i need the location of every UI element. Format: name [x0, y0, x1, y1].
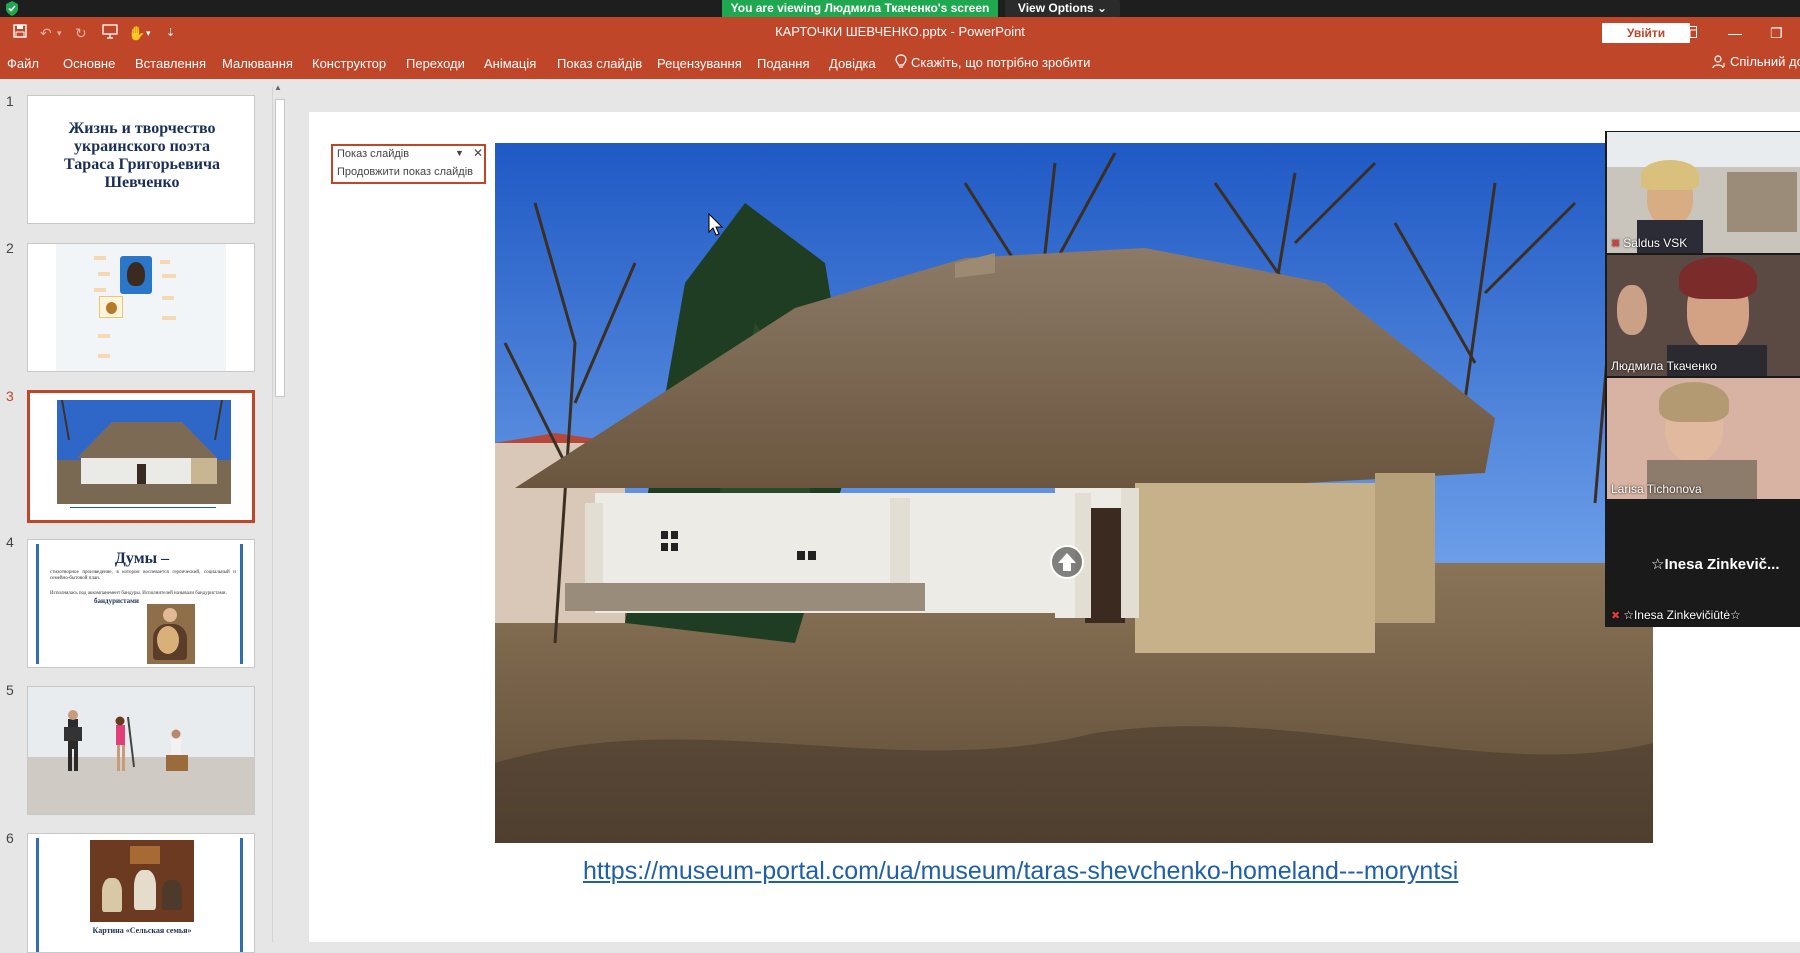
- close-icon[interactable]: ✕: [473, 146, 483, 160]
- minimize-icon[interactable]: —: [1728, 23, 1742, 43]
- bracket-right: [240, 838, 243, 952]
- slide-number: 1: [6, 93, 14, 109]
- slide-thumbnail-6[interactable]: Картина «Сельская семья»: [27, 833, 255, 953]
- upload-arrow-icon[interactable]: [1050, 545, 1084, 579]
- popup-title: Показ слайдів: [337, 148, 410, 160]
- mindmap-node: [94, 288, 106, 292]
- slide-number: 5: [6, 682, 14, 698]
- musicians-photo: [28, 687, 254, 814]
- slide-number: 2: [6, 240, 14, 256]
- participant-gallery: ✖ Saldus VSK Людмила Ткаченко Larisa Tich…: [1605, 131, 1800, 627]
- title-bar: ↶ ▾ ↻ ✋ ▾ ⇣ КАРТОЧКИ ШЕВЧЕНКО.pptx - Pow…: [0, 17, 1800, 48]
- bracket-left: [36, 838, 39, 952]
- slide4-text: стихотворное произведение, в котором вос…: [50, 570, 236, 581]
- slide-number: 6: [6, 830, 14, 846]
- person-icon: [1712, 54, 1725, 68]
- tab-design[interactable]: Конструктор: [312, 56, 386, 71]
- tab-animations[interactable]: Анімація: [484, 56, 536, 71]
- tell-me-search[interactable]: Скажіть, що потрібно зробити: [895, 54, 1090, 70]
- slide-thumbnail-3[interactable]: [27, 390, 255, 523]
- bandura-image: [99, 296, 123, 318]
- view-options-button[interactable]: View Options ⌄: [1005, 0, 1120, 17]
- restore-icon[interactable]: ❐: [1770, 23, 1783, 43]
- participant-tile[interactable]: Larisa Tichonova: [1607, 378, 1800, 499]
- slide6-caption: Картина «Сельская семья»: [92, 926, 192, 935]
- participant-name: ✖ ☆Inesa Zinkevičiūtė☆: [1611, 608, 1741, 622]
- hut-photo[interactable]: [495, 143, 1653, 843]
- zoom-share-bar: You are viewing Людмила Ткаченко's scree…: [0, 0, 1800, 17]
- slide-thumbnail-4[interactable]: Думы – стихотворное произведение, в кото…: [27, 539, 255, 668]
- ribbon-display-icon[interactable]: [1683, 23, 1697, 43]
- slide1-title: Жизнь и творчество украинского поэта Тар…: [64, 120, 220, 191]
- slide-number: 3: [6, 388, 14, 404]
- document-title: КАРТОЧКИ ШЕВЧЕНКО.pptx - PowerPoint: [775, 24, 1025, 39]
- mindmap-node: [98, 354, 110, 358]
- tab-draw[interactable]: Малювання: [222, 56, 293, 71]
- scroll-up-icon[interactable]: ▲: [274, 83, 282, 92]
- participant-name: Larisa Tichonova: [1611, 482, 1702, 496]
- thatched-hut-image: [495, 143, 1653, 843]
- shield-icon: [6, 1, 18, 16]
- painting-image: [90, 840, 194, 922]
- signin-button[interactable]: Увійти: [1602, 23, 1690, 43]
- share-label: Спільний до: [1730, 54, 1800, 69]
- mindmap-node: [160, 260, 170, 264]
- tab-view[interactable]: Подання: [757, 56, 810, 71]
- ribbon-tabs: Файл Основне Вставлення Малювання Констр…: [0, 48, 1800, 79]
- mindmap-node: [162, 316, 176, 320]
- slide4-emphasis: бандуристами: [94, 597, 139, 605]
- tell-me-label: Скажіть, що потрібно зробити: [911, 54, 1091, 70]
- mindmap-node: [162, 274, 176, 278]
- participant-tile[interactable]: Людмила Ткаченко: [1607, 255, 1800, 376]
- tab-file[interactable]: Файл: [7, 56, 39, 71]
- viewing-screen-banner: You are viewing Людмила Ткаченко's scree…: [722, 0, 998, 17]
- tab-insert[interactable]: Вставлення: [135, 56, 206, 71]
- bandura-player-photo: [147, 604, 195, 664]
- mindmap-node: [162, 296, 174, 300]
- hut-thumbnail-photo: [57, 400, 231, 504]
- mic-muted-icon: ✖: [1611, 610, 1621, 622]
- slide-thumbnail-pane: 1 Жизнь и творчество украинского поэта Т…: [0, 79, 290, 953]
- continue-slideshow-button[interactable]: Продовжити показ слайдів: [337, 166, 473, 178]
- lightbulb-icon: [895, 54, 907, 68]
- share-button[interactable]: Спільний до: [1712, 54, 1800, 69]
- participant-name: Людмила Ткаченко: [1611, 359, 1717, 373]
- slide4-title: Думы –: [114, 550, 170, 567]
- mic-muted-icon: ✖: [1611, 238, 1621, 250]
- tab-slideshow[interactable]: Показ слайдів: [557, 56, 642, 71]
- tab-review[interactable]: Рецензування: [657, 56, 742, 71]
- slide-thumbnail-1[interactable]: Жизнь и творчество украинского поэта Тар…: [27, 95, 255, 224]
- tab-help[interactable]: Довідка: [829, 56, 876, 71]
- participant-big-name: ☆Inesa Zinkevič...: [1651, 556, 1780, 573]
- slide-thumbnail-5[interactable]: [27, 686, 255, 815]
- chevron-down-icon[interactable]: ▼: [455, 148, 464, 158]
- thumbnail-link-line: [70, 507, 216, 508]
- slide4-text: Исполнялась под аккомпанемент бандуры. И…: [50, 591, 227, 596]
- slideshow-popup: Показ слайдів ▼ ✕ Продовжити показ слайд…: [331, 144, 486, 184]
- slide-thumbnail-2[interactable]: [27, 243, 255, 372]
- tab-transitions[interactable]: Переходи: [406, 56, 465, 71]
- mindmap-node: [94, 256, 106, 260]
- mindmap-node: [98, 334, 110, 338]
- thumbnail-scroll-thumb[interactable]: [275, 99, 285, 397]
- tab-home[interactable]: Основне: [63, 56, 115, 71]
- mindmap-node: [98, 272, 110, 276]
- participant-tile[interactable]: ✖ Saldus VSK: [1607, 132, 1800, 253]
- museum-link[interactable]: https://museum-portal.com/ua/museum/tara…: [583, 857, 1458, 886]
- slide-number: 4: [6, 534, 14, 550]
- participant-name: ✖ Saldus VSK: [1611, 236, 1688, 250]
- mouse-cursor-icon: [708, 213, 724, 236]
- portrait-image: [120, 256, 152, 294]
